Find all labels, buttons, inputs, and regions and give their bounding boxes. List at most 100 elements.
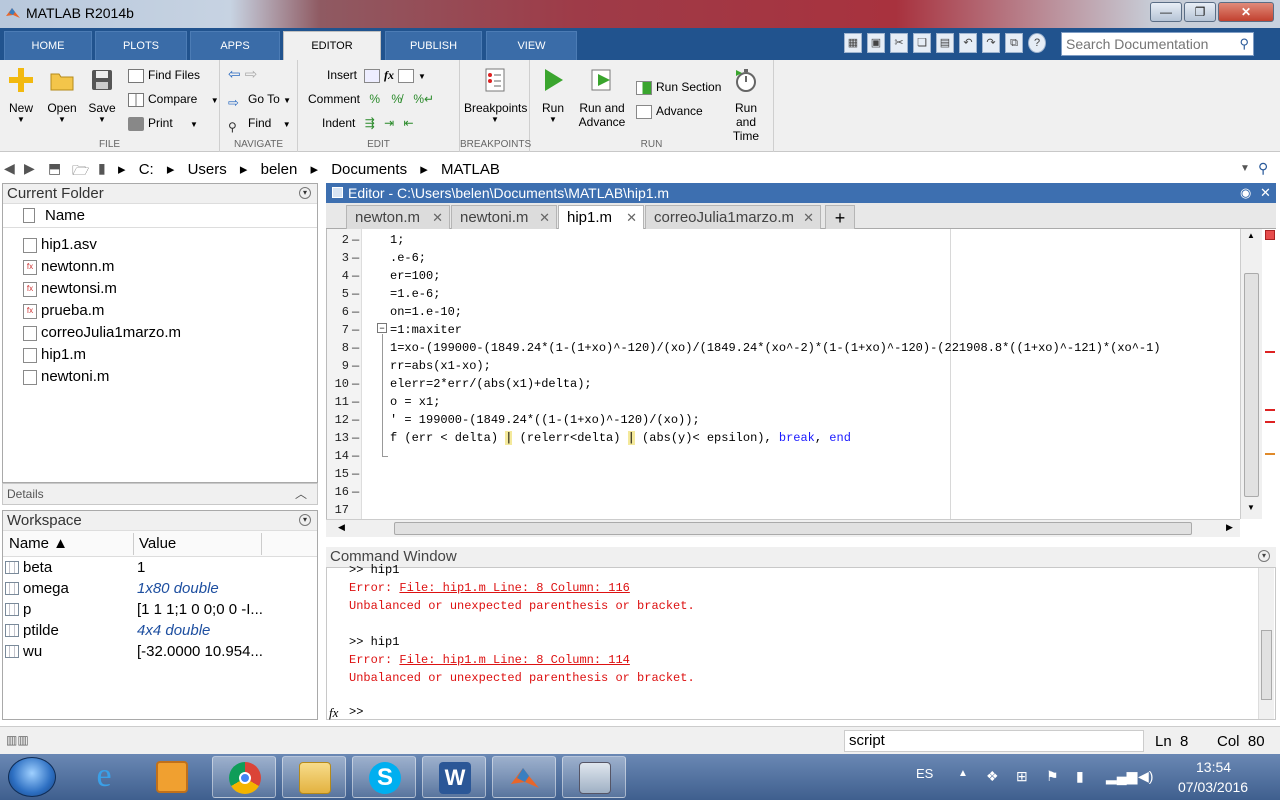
code-line[interactable]: er=100; [390, 269, 440, 283]
run-button[interactable]: Run ▼ [538, 66, 568, 124]
breakpoint-dash[interactable]: — [352, 395, 359, 409]
breadcrumb-drive[interactable]: C: [139, 161, 154, 178]
input-language[interactable]: ES [916, 766, 933, 781]
smart-indent-icon[interactable]: ⇶ [365, 116, 375, 130]
close-tab-icon[interactable]: ✕ [803, 206, 814, 230]
find-files-button[interactable]: Find Files [128, 65, 200, 85]
close-tab-icon[interactable]: ✕ [539, 206, 550, 230]
breakpoint-dash[interactable]: — [352, 305, 359, 319]
search-folder-icon[interactable]: ⚲ [1258, 160, 1268, 177]
layout-icon[interactable]: ▦ [844, 33, 862, 53]
column-divider[interactable] [133, 533, 134, 555]
file-item[interactable]: correoJulia1marzo.m [3, 322, 317, 344]
file-item[interactable]: hip1.m [3, 344, 317, 366]
breakpoint-dash[interactable]: — [352, 233, 359, 247]
breakpoint-dash[interactable]: — [352, 413, 359, 427]
scroll-down-icon[interactable]: ▼ [1247, 503, 1255, 512]
code-line[interactable]: .e-6; [390, 251, 426, 265]
switch-windows-icon[interactable]: ⧉ [1005, 33, 1023, 53]
error-marker[interactable] [1265, 453, 1275, 455]
scroll-up-icon[interactable]: ▲ [1247, 231, 1255, 240]
breakpoint-dash[interactable]: — [352, 251, 359, 265]
taskbar-skype[interactable]: S [352, 756, 416, 798]
print-button[interactable]: Print ▼ [128, 113, 198, 133]
run-and-time-button[interactable]: Run and Time [724, 66, 768, 143]
editor-vertical-scrollbar[interactable]: ▲ ▼ [1240, 229, 1262, 519]
paste-icon[interactable]: ▤ [936, 33, 954, 53]
tab-publish[interactable]: PUBLISH [385, 31, 482, 60]
code-line[interactable]: on=1.e-10; [390, 305, 462, 319]
scroll-left-icon[interactable]: ◀ [338, 522, 345, 533]
fold-collapse-icon[interactable]: − [377, 323, 387, 333]
editor-tab-correojulia[interactable]: correoJulia1marzo.m ✕ [645, 205, 821, 229]
file-item[interactable]: newtoni.m [3, 366, 317, 388]
resize-grip-icon[interactable]: ▥▥ [6, 733, 29, 747]
breakpoint-dash[interactable]: — [352, 485, 359, 499]
new-button[interactable]: New ▼ [6, 66, 36, 124]
battery-icon[interactable]: ▮ [1076, 768, 1084, 785]
error-marker[interactable] [1265, 409, 1275, 411]
breakpoint-dash[interactable]: — [352, 359, 359, 373]
command-prompt[interactable]: >> [349, 705, 363, 719]
network-signal-icon[interactable]: ▂▄▆ [1106, 768, 1137, 785]
editor-menu-icon[interactable]: ◉ [1240, 183, 1251, 203]
editor-tab-newton[interactable]: newton.m ✕ [346, 205, 450, 229]
breakpoint-dash[interactable]: — [352, 431, 359, 445]
command-window-scrollbar[interactable] [1258, 568, 1274, 719]
redo-icon[interactable]: ↷ [982, 33, 1000, 53]
scrollbar-thumb[interactable] [1261, 630, 1272, 700]
breakpoints-button[interactable]: Breakpoints ▼ [464, 66, 527, 124]
comment-percent-icon[interactable]: % [369, 92, 380, 106]
close-tab-icon[interactable]: ✕ [432, 206, 443, 230]
workspace-row[interactable]: omega 1x80 double [3, 578, 317, 599]
breadcrumb-documents[interactable]: Documents [331, 161, 407, 178]
volume-icon[interactable]: ◀) [1138, 768, 1153, 785]
decrease-indent-icon[interactable]: ⇤ [404, 116, 414, 130]
file-item[interactable]: hip1.asv [3, 234, 317, 256]
error-marker[interactable] [1265, 421, 1275, 423]
dropbox-icon[interactable]: ❖ [986, 768, 999, 785]
taskbar-matlab[interactable] [492, 756, 556, 798]
warning-status-icon[interactable] [1265, 230, 1275, 240]
scrollbar-thumb[interactable] [1244, 273, 1259, 497]
tab-apps[interactable]: APPS [190, 31, 280, 60]
go-to-button[interactable]: ⇨ Go To ▼ [228, 89, 291, 110]
back-arrow-icon[interactable]: ◀ [4, 160, 15, 177]
code-line[interactable]: =1.e-6; [390, 287, 440, 301]
indent-button[interactable]: Indent ⇶ ⇥ ⇤ [322, 113, 414, 133]
breadcrumb-matlab[interactable]: MATLAB [441, 161, 500, 178]
code-line[interactable]: =1:maxiter [390, 323, 462, 337]
windows-icon[interactable]: ⊞ [1016, 768, 1028, 785]
breakpoint-dash[interactable]: — [352, 467, 359, 481]
scroll-right-icon[interactable]: ▶ [1226, 522, 1233, 533]
file-item[interactable]: fx newtonn.m [3, 256, 317, 278]
panel-menu-icon[interactable]: ▾ [299, 514, 311, 526]
cut-icon[interactable]: ✂ [890, 33, 908, 53]
breakpoint-dash[interactable]: — [352, 377, 359, 391]
breakpoint-dash[interactable]: — [352, 323, 359, 337]
taskbar-file-explorer[interactable] [282, 756, 346, 798]
help-icon[interactable]: ? [1028, 33, 1046, 53]
maximize-button[interactable]: ❐ [1184, 2, 1216, 22]
breakpoint-dash[interactable]: — [352, 287, 359, 301]
insert-button[interactable]: Insert [327, 65, 357, 85]
column-divider[interactable] [261, 533, 262, 555]
uncomment-icon[interactable]: %̸ [391, 92, 402, 106]
new-tab-plus-icon[interactable]: + [825, 205, 855, 229]
command-window[interactable]: >> hip1 Error: File: hip1.m Line: 8 Colum… [326, 563, 1276, 720]
clock-date[interactable]: 07/03/2016 [1178, 779, 1248, 795]
editor-tab-hip1[interactable]: hip1.m ✕ [558, 205, 644, 229]
insert-function-icon[interactable] [398, 68, 414, 83]
value-column-header[interactable]: Value [139, 531, 176, 557]
close-tab-icon[interactable]: ✕ [626, 206, 637, 230]
taskbar-chrome[interactable] [212, 756, 276, 798]
search-input[interactable] [1062, 33, 1230, 55]
details-panel[interactable]: Details ︿ [2, 483, 318, 505]
arrow-right-icon[interactable]: ⇨ [245, 66, 258, 83]
code-line[interactable]: rr=abs(x1-xo); [390, 359, 491, 373]
error-location-link[interactable]: File: hip1.m Line: 8 Column: 114 [399, 653, 629, 667]
increase-indent-icon[interactable]: ⇥ [384, 116, 394, 130]
advance-button[interactable]: Advance [636, 101, 703, 121]
minimize-button[interactable]: — [1150, 2, 1182, 22]
breadcrumb-belen[interactable]: belen [261, 161, 298, 178]
